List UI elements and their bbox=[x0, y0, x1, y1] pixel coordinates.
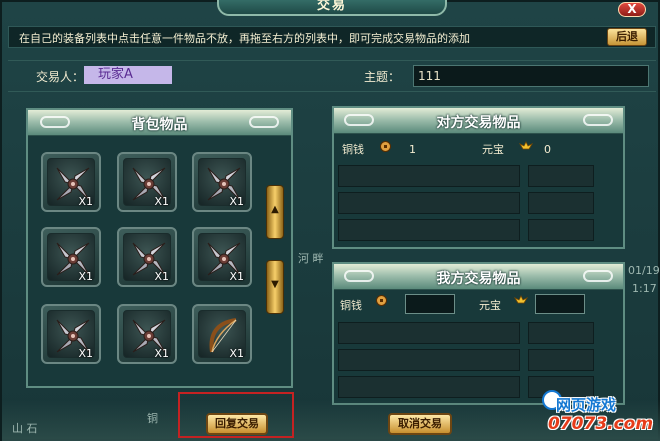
item-count: X1 bbox=[154, 347, 169, 360]
their-trade-slot bbox=[338, 219, 520, 241]
item-count: X1 bbox=[229, 195, 244, 208]
item-count: X1 bbox=[78, 347, 93, 360]
bg-text-right2: 1:17 bbox=[632, 282, 657, 295]
ornament-right bbox=[249, 116, 279, 128]
close-button[interactable]: X bbox=[618, 2, 646, 17]
topic-input[interactable]: 111 bbox=[413, 65, 649, 87]
hint-bar: 在自己的装备列表中点击任意一件物品不放，再拖至右方的列表中，即可完成交易物品的添… bbox=[8, 26, 656, 48]
bag-slot[interactable]: X1 bbox=[117, 304, 177, 364]
item-count: X1 bbox=[229, 347, 244, 360]
yuanbao-icon bbox=[514, 295, 528, 304]
bag-slot[interactable]: X1 bbox=[192, 152, 252, 212]
trade-window: 交易 X 在自己的装备列表中点击任意一件物品不放，再拖至右方的列表中，即可完成交… bbox=[0, 0, 660, 441]
bg-text-road: 河 畔 bbox=[298, 252, 324, 265]
scroll-up-button[interactable]: ▲ bbox=[266, 185, 284, 239]
my-trade-slot[interactable] bbox=[338, 322, 520, 344]
their-yuanbao-label: 元宝 bbox=[482, 143, 504, 156]
my-yuanbao-input[interactable] bbox=[535, 294, 585, 314]
their-trade-slot-count bbox=[528, 165, 594, 187]
bag-slot[interactable]: X1 bbox=[41, 304, 101, 364]
window-title: 交易 bbox=[316, 0, 347, 13]
copper-coin-icon bbox=[376, 295, 387, 306]
my-trade-slot[interactable] bbox=[338, 376, 520, 398]
my-trade-header: 我方交易物品 bbox=[334, 264, 623, 290]
bg-text-right: 01/19 bbox=[628, 264, 660, 277]
bag-slot[interactable]: X1 bbox=[192, 227, 252, 287]
confirm-trade-button[interactable]: 回复交易 bbox=[206, 413, 268, 435]
their-trade-title: 对方交易物品 bbox=[436, 115, 521, 131]
topic-label: 主题： bbox=[364, 70, 401, 84]
item-count: X1 bbox=[78, 270, 93, 283]
watermark-line2: 07073.com bbox=[548, 414, 654, 434]
bag-slot[interactable]: X1 bbox=[117, 227, 177, 287]
item-count: X1 bbox=[78, 195, 93, 208]
their-trade-header: 对方交易物品 bbox=[334, 108, 623, 134]
item-count: X1 bbox=[154, 195, 169, 208]
ornament-right bbox=[583, 114, 613, 126]
copper-coin-icon bbox=[380, 141, 391, 152]
watermark-line1: 网页游戏 bbox=[556, 396, 617, 414]
their-trade-slot bbox=[338, 192, 520, 214]
my-trade-title: 我方交易物品 bbox=[436, 271, 521, 287]
bag-panel-header: 背包物品 bbox=[28, 110, 291, 136]
trader-name: 玩家A bbox=[84, 66, 172, 84]
bag-slot[interactable]: X1 bbox=[41, 152, 101, 212]
my-copper-input[interactable] bbox=[405, 294, 455, 314]
item-count: X1 bbox=[229, 270, 244, 283]
arrow-up-icon: ▲ bbox=[271, 204, 279, 215]
bg-text-mid: 铜 bbox=[147, 412, 158, 425]
their-trade-slot-count bbox=[528, 192, 594, 214]
window-titlebar: 交易 bbox=[217, 0, 447, 16]
their-trade-slot-count bbox=[528, 219, 594, 241]
ornament-right bbox=[583, 270, 613, 282]
scroll-down-button[interactable]: ▼ bbox=[266, 260, 284, 314]
trader-label: 交易人： bbox=[36, 70, 85, 84]
my-trade-slot-count bbox=[528, 349, 594, 371]
my-trade-slot[interactable] bbox=[338, 349, 520, 371]
arrow-down-icon: ▼ bbox=[271, 279, 279, 290]
bag-slot[interactable]: X1 bbox=[192, 304, 252, 364]
bag-slot[interactable]: X1 bbox=[117, 152, 177, 212]
my-trade-slot-count bbox=[528, 322, 594, 344]
hint-text: 在自己的装备列表中点击任意一件物品不放，再拖至右方的列表中，即可完成交易物品的添… bbox=[19, 32, 470, 45]
my-yuanbao-label: 元宝 bbox=[479, 299, 501, 312]
site-watermark: 网页游戏 07073.com bbox=[542, 388, 660, 441]
yuanbao-icon bbox=[519, 141, 533, 150]
cancel-trade-button[interactable]: 取消交易 bbox=[388, 413, 452, 435]
their-trade-slot bbox=[338, 165, 520, 187]
back-button[interactable]: 后退 bbox=[607, 28, 647, 46]
their-copper-label: 铜钱 bbox=[342, 143, 364, 156]
their-yuanbao-value: 0 bbox=[544, 143, 551, 156]
bg-text-left: 山 石 bbox=[12, 422, 38, 435]
my-copper-label: 铜钱 bbox=[340, 299, 362, 312]
their-copper-value: 1 bbox=[409, 143, 416, 156]
bag-slot[interactable]: X1 bbox=[41, 227, 101, 287]
item-count: X1 bbox=[154, 270, 169, 283]
